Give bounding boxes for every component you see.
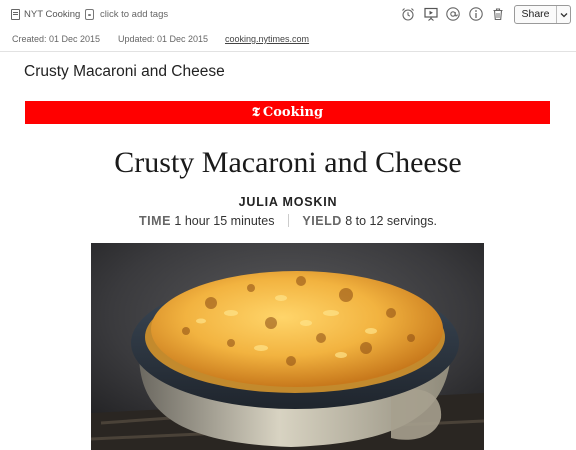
updated-date: Updated: 01 Dec 2015	[118, 34, 209, 44]
reminder-alarm-icon[interactable]	[399, 5, 417, 23]
chevron-down-icon[interactable]	[557, 6, 570, 23]
share-button[interactable]: Share	[514, 5, 571, 24]
created-date: Created: 01 Dec 2015	[12, 34, 101, 44]
recipe-title: Crusty Macaroni and Cheese	[114, 146, 462, 179]
work-chat-icon[interactable]	[444, 5, 462, 23]
tag-field[interactable]: click to add tags	[85, 6, 168, 22]
nyt-logo-icon: 𝕿	[251, 105, 260, 120]
tag-placeholder: click to add tags	[100, 8, 169, 20]
time-label: TIME	[139, 214, 171, 228]
time-value: 1 hour 15 minutes	[174, 214, 275, 228]
notebook-selector[interactable]: NYT Cooking	[11, 6, 80, 22]
recipe-photo	[91, 243, 484, 450]
recipe-time-yield: TIME 1 hour 15 minutes YIELD 8 to 12 ser…	[0, 214, 576, 228]
notebook-icon	[11, 8, 20, 20]
trash-icon[interactable]	[489, 5, 507, 23]
notebook-label: NYT Cooking	[24, 8, 81, 20]
tag-icon	[85, 8, 94, 20]
yield-value: 8 to 12 servings.	[345, 214, 437, 228]
recipe-author: JULIA MOSKIN	[238, 195, 338, 209]
presentation-icon[interactable]	[422, 5, 440, 23]
source-url-link[interactable]: cooking.nytimes.com	[225, 34, 309, 44]
time-yield-separator	[287, 214, 289, 227]
share-label: Share	[515, 6, 557, 23]
banner-text: Cooking	[262, 105, 324, 120]
nyt-cooking-banner: 𝕿 Cooking	[25, 101, 550, 124]
info-icon[interactable]	[467, 5, 485, 23]
note-title[interactable]: Crusty Macaroni and Cheese	[24, 63, 225, 81]
note-toolbar: NYT Cooking click to add tags Share	[0, 0, 576, 30]
yield-label: YIELD	[302, 214, 342, 228]
header-divider	[0, 51, 576, 52]
